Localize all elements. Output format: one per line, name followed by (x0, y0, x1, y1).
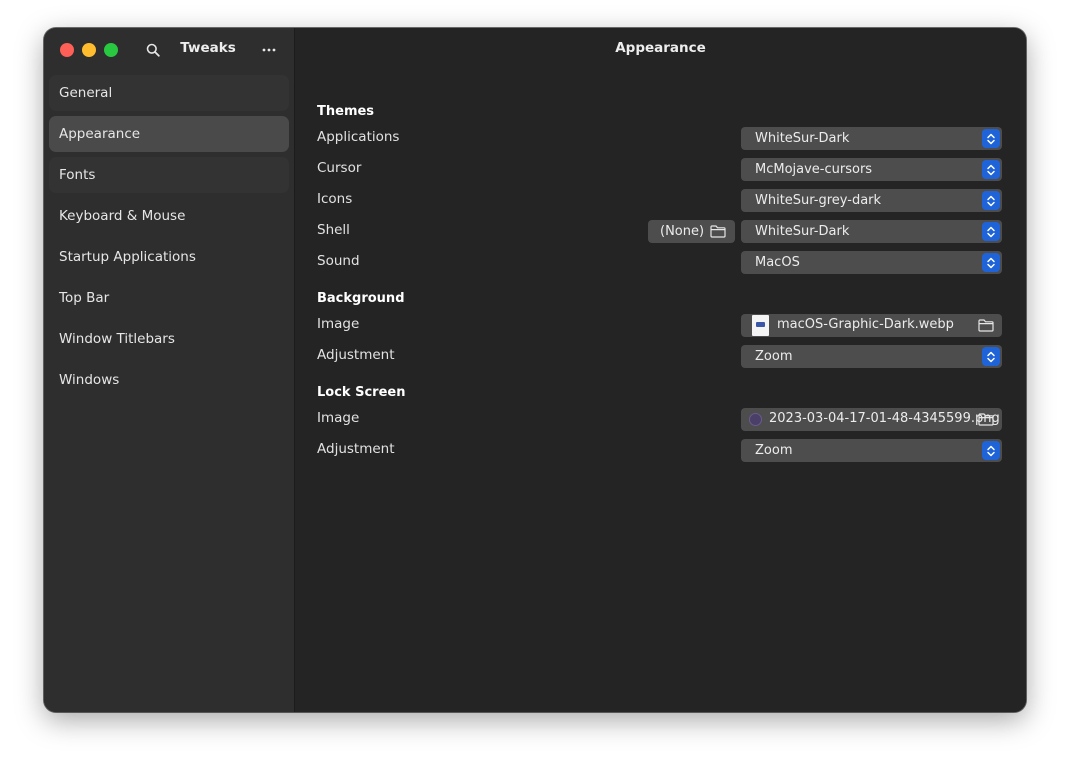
close-button[interactable] (60, 43, 74, 57)
sidebar-item-label: Startup Applications (59, 249, 196, 265)
tweaks-window: Tweaks General Appearance Fonts Keyboard… (44, 28, 1026, 712)
folder-icon (978, 319, 994, 332)
app-title: Tweaks (180, 40, 236, 56)
maximize-button[interactable] (104, 43, 118, 57)
sound-label: Sound (317, 253, 360, 269)
sidebar-item-label: Top Bar (59, 290, 110, 306)
file-chooser-value: macOS-Graphic-Dark.webp (777, 317, 954, 332)
sidebar: Tweaks General Appearance Fonts Keyboard… (44, 28, 295, 712)
themes-heading: Themes (317, 104, 375, 119)
sidebar-item-fonts[interactable]: Fonts (49, 157, 289, 193)
chevron-updown-icon (982, 347, 1000, 366)
folder-icon (710, 225, 726, 238)
lock-screen-adjustment-label: Adjustment (317, 441, 395, 457)
chevron-updown-icon (982, 129, 1000, 148)
search-button[interactable] (144, 41, 162, 59)
cursor-label: Cursor (317, 160, 362, 176)
dropdown-value: WhiteSur-Dark (755, 131, 850, 146)
sidebar-header: Tweaks (44, 28, 294, 70)
dropdown-value: WhiteSur-Dark (755, 224, 850, 239)
chevron-updown-icon (982, 253, 1000, 272)
dropdown-value: Zoom (755, 443, 793, 458)
page-title: Appearance (615, 40, 706, 56)
sidebar-item-window-titlebars[interactable]: Window Titlebars (49, 321, 289, 357)
background-adjustment-label: Adjustment (317, 347, 395, 363)
sidebar-item-keyboard-mouse[interactable]: Keyboard & Mouse (49, 198, 289, 234)
file-chooser-value: (None) (660, 224, 705, 239)
dropdown-value: McMojave-cursors (755, 162, 873, 177)
sidebar-item-top-bar[interactable]: Top Bar (49, 280, 289, 316)
lock-screen-heading: Lock Screen (317, 385, 406, 400)
dropdown-value: WhiteSur-grey-dark (755, 193, 882, 208)
icons-label: Icons (317, 191, 353, 207)
background-adjustment-dropdown[interactable]: Zoom (741, 345, 1002, 368)
dropdown-value: MacOS (755, 255, 800, 270)
file-chooser-value: 2023-03-04-17-01-48-4345599.png (769, 411, 1000, 426)
background-image-label: Image (317, 316, 360, 332)
lock-screen-adjustment-dropdown[interactable]: Zoom (741, 439, 1002, 462)
search-icon (146, 43, 160, 57)
content-pane: Appearance Themes Applications WhiteSur-… (295, 28, 1026, 712)
icons-theme-dropdown[interactable]: WhiteSur-grey-dark (741, 189, 1002, 212)
background-image-chooser[interactable]: macOS-Graphic-Dark.webp (741, 314, 1002, 337)
more-icon (262, 48, 276, 52)
applications-theme-dropdown[interactable]: WhiteSur-Dark (741, 127, 1002, 150)
sidebar-item-label: Fonts (59, 167, 96, 183)
sidebar-item-label: Window Titlebars (59, 331, 175, 347)
shell-theme-dropdown[interactable]: WhiteSur-Dark (741, 220, 1002, 243)
image-file-icon (752, 315, 769, 336)
lock-screen-image-label: Image (317, 410, 360, 426)
background-heading: Background (317, 291, 405, 306)
applications-label: Applications (317, 129, 400, 145)
sidebar-item-windows[interactable]: Windows (49, 362, 289, 398)
main-menu-button[interactable] (260, 41, 278, 59)
chevron-updown-icon (982, 191, 1000, 210)
minimize-button[interactable] (82, 43, 96, 57)
chevron-updown-icon (982, 222, 1000, 241)
shell-label: Shell (317, 222, 350, 238)
chevron-updown-icon (982, 160, 1000, 179)
sidebar-item-general[interactable]: General (49, 75, 289, 111)
chevron-updown-icon (982, 441, 1000, 460)
sidebar-item-label: Windows (59, 372, 120, 388)
sidebar-item-startup-applications[interactable]: Startup Applications (49, 239, 289, 275)
image-file-icon (749, 413, 762, 426)
sidebar-item-label: Keyboard & Mouse (59, 208, 186, 224)
lock-screen-image-chooser[interactable]: 2023-03-04-17-01-48-4345599.png (741, 408, 1002, 431)
sidebar-item-appearance[interactable]: Appearance (49, 116, 289, 152)
sidebar-item-label: Appearance (59, 126, 141, 142)
dropdown-value: Zoom (755, 349, 793, 364)
shell-file-chooser-button[interactable]: (None) (648, 220, 735, 243)
folder-icon (978, 413, 994, 426)
cursor-theme-dropdown[interactable]: McMojave-cursors (741, 158, 1002, 181)
sidebar-list: General Appearance Fonts Keyboard & Mous… (49, 75, 289, 403)
sound-theme-dropdown[interactable]: MacOS (741, 251, 1002, 274)
sidebar-item-label: General (59, 85, 113, 101)
